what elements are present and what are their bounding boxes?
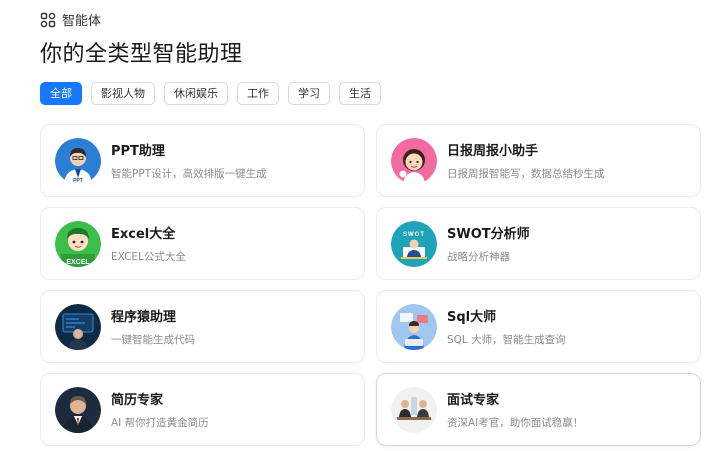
- header-title: 智能体: [62, 14, 102, 29]
- tab-all[interactable]: 全部: [40, 82, 82, 105]
- agent-avatar: [391, 386, 437, 433]
- agent-avatar: PPT: [55, 137, 101, 184]
- agent-avatar: [391, 303, 437, 350]
- tab-life[interactable]: 生活: [339, 82, 381, 105]
- agent-desc: 日报周报智能写，数据总结秒生成: [447, 168, 605, 180]
- agent-desc: 战略分析神器: [447, 251, 510, 263]
- agent-card-daily-report[interactable]: 日报周报小助手 日报周报智能写，数据总结秒生成: [376, 124, 701, 197]
- agent-card-swot[interactable]: SWOT SWOT分析师 战略分析神器: [376, 207, 701, 280]
- agent-card-ppt[interactable]: PPT PPT助理 智能PPT设计，高效排版一键生成: [40, 124, 365, 197]
- svg-text:SWOT: SWOT: [403, 232, 425, 238]
- tab-work[interactable]: 工作: [237, 82, 279, 105]
- agent-card-excel[interactable]: EXCEL Excel大全 EXCEL公式大全: [40, 207, 365, 280]
- agent-name: 日报周报小助手: [447, 144, 539, 159]
- agent-name: Excel大全: [111, 227, 176, 242]
- agent-card-sql[interactable]: Sql大师 SQL 大师，智能生成查询: [376, 290, 701, 363]
- header: 智能体: [40, 10, 101, 29]
- agent-desc: AI 帮你打造黄金简历: [111, 417, 209, 429]
- svg-text:PPT: PPT: [73, 178, 83, 184]
- agent-avatar: [55, 386, 101, 433]
- agent-name: SWOT分析师: [447, 227, 530, 242]
- page-title: 你的全类型智能助理: [40, 42, 243, 67]
- agent-desc: EXCEL公式大全: [111, 251, 186, 263]
- agent-name: 程序猿助理: [111, 310, 177, 325]
- agent-desc: 资深AI考官，助你面试稳赢！: [447, 417, 584, 429]
- tab-leisure[interactable]: 休闲娱乐: [164, 82, 228, 105]
- agent-name: Sql大师: [447, 310, 497, 325]
- agent-avatar: [55, 303, 101, 350]
- agent-avatar: [391, 137, 437, 184]
- agent-avatar: EXCEL: [55, 220, 101, 267]
- agent-card-programmer[interactable]: 程序猿助理 一键智能生成代码: [40, 290, 365, 363]
- agent-name: 面试专家: [447, 393, 500, 408]
- apps-icon: [40, 12, 56, 27]
- agent-card-interview[interactable]: 面试专家 资深AI考官，助你面试稳赢！: [376, 373, 701, 446]
- agent-name: 简历专家: [111, 393, 164, 408]
- agent-card-resume[interactable]: 简历专家 AI 帮你打造黄金简历: [40, 373, 365, 446]
- svg-text:EXCEL: EXCEL: [66, 259, 90, 266]
- agent-desc: SQL 大师，智能生成查询: [447, 334, 566, 346]
- agent-grid: PPT PPT助理 智能PPT设计，高效排版一键生成 日报周报小助手 日报周报智…: [40, 124, 701, 446]
- agent-avatar: SWOT: [391, 220, 437, 267]
- tab-film-characters[interactable]: 影视人物: [91, 82, 155, 105]
- agent-desc: 一键智能生成代码: [111, 334, 195, 346]
- agent-name: PPT助理: [111, 144, 165, 159]
- category-tabs: 全部 影视人物 休闲娱乐 工作 学习 生活: [40, 82, 381, 105]
- tab-study[interactable]: 学习: [288, 82, 330, 105]
- agent-desc: 智能PPT设计，高效排版一键生成: [111, 168, 267, 180]
